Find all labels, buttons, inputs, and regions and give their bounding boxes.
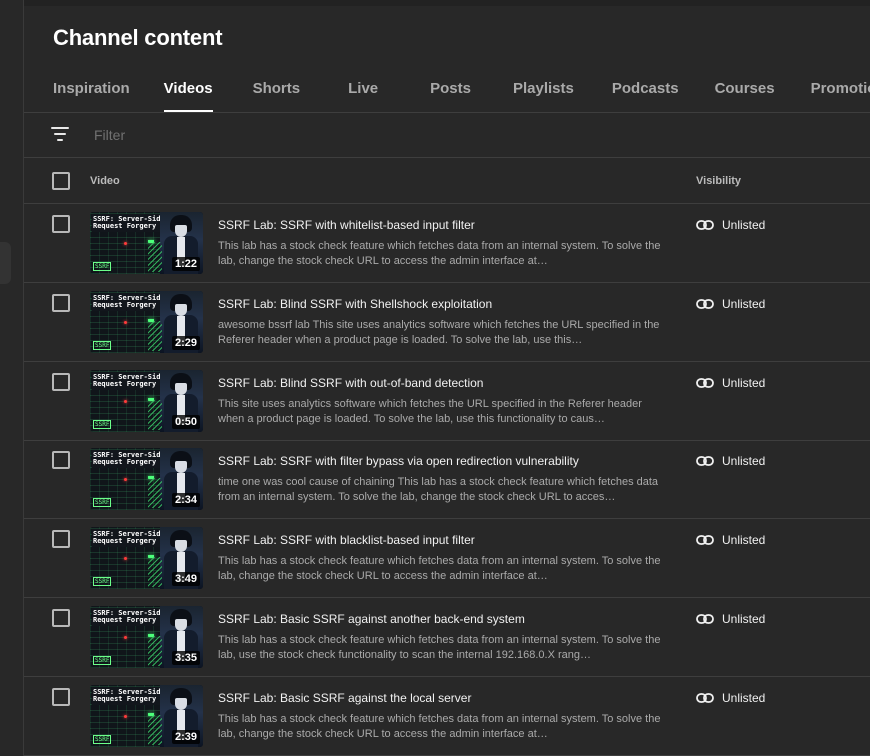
- row-checkbox[interactable]: [52, 609, 70, 627]
- visibility-label: Unlisted: [722, 454, 766, 468]
- video-duration: 3:49: [171, 572, 200, 586]
- table-row[interactable]: SSRF: Server-Side Request Forgery SSRF 2…: [24, 440, 870, 519]
- link-icon: [696, 299, 714, 309]
- video-thumbnail[interactable]: SSRF: Server-Side Request Forgery SSRF 1…: [90, 212, 203, 274]
- sidebar-collapse-handle[interactable]: [0, 242, 11, 284]
- visibility-label: Unlisted: [722, 297, 766, 311]
- video-duration: 2:29: [171, 336, 200, 350]
- tabs-divider: [24, 112, 870, 113]
- table-row[interactable]: SSRF: Server-Side Request Forgery SSRF 0…: [24, 362, 870, 441]
- filter-input[interactable]: [94, 125, 394, 145]
- visibility-label: Unlisted: [722, 691, 766, 705]
- video-title[interactable]: SSRF Lab: Blind SSRF with Shellshock exp…: [218, 297, 492, 311]
- table-row[interactable]: SSRF: Server-Side Request Forgery SSRF 3…: [24, 519, 870, 598]
- video-description: This lab has a stock check feature which…: [218, 713, 661, 740]
- thumbnail-tag: SSRF: [93, 735, 112, 744]
- visibility-selector[interactable]: Unlisted: [696, 376, 765, 390]
- thumbnail-title-line2: Request Forgery: [93, 616, 157, 624]
- tab-playlists[interactable]: Playlists: [513, 66, 574, 112]
- video-description: This lab has a stock check feature which…: [218, 634, 661, 661]
- link-icon: [696, 614, 714, 624]
- thumbnail-title-line2: Request Forgery: [93, 380, 157, 388]
- table-row[interactable]: SSRF: Server-Side Request Forgery SSRF 2…: [24, 677, 870, 756]
- visibility-selector[interactable]: Unlisted: [696, 612, 765, 626]
- tab-promotions[interactable]: Promotions: [811, 66, 870, 112]
- row-checkbox[interactable]: [52, 294, 70, 312]
- video-thumbnail[interactable]: SSRF: Server-Side Request Forgery SSRF 3…: [90, 606, 203, 668]
- video-title[interactable]: SSRF Lab: Blind SSRF with out-of-band de…: [218, 376, 483, 390]
- table-row[interactable]: SSRF: Server-Side Request Forgery SSRF 2…: [24, 283, 870, 362]
- video-description: This lab has a stock check feature which…: [218, 240, 661, 267]
- page-title: Channel content: [53, 25, 223, 50]
- visibility-selector[interactable]: Unlisted: [696, 297, 765, 311]
- filter-icon[interactable]: [51, 125, 71, 143]
- table-row[interactable]: SSRF: Server-Side Request Forgery SSRF 3…: [24, 598, 870, 677]
- table-row[interactable]: SSRF: Server-Side Request Forgery SSRF 1…: [24, 204, 870, 283]
- tab-videos[interactable]: Videos: [163, 66, 213, 112]
- row-checkbox[interactable]: [52, 530, 70, 548]
- channel-content-panel: Channel content Inspiration Videos Short…: [24, 0, 870, 756]
- video-duration: 2:34: [171, 493, 200, 507]
- thumbnail-tag: SSRF: [93, 577, 112, 586]
- row-checkbox[interactable]: [52, 451, 70, 469]
- top-edge: [24, 0, 870, 6]
- row-checkbox[interactable]: [52, 215, 70, 233]
- thumbnail-title-line2: Request Forgery: [93, 458, 157, 466]
- video-thumbnail[interactable]: SSRF: Server-Side Request Forgery SSRF 0…: [90, 370, 203, 432]
- tab-podcasts[interactable]: Podcasts: [612, 66, 679, 112]
- video-description: time one was cool cause of chaining This…: [218, 476, 659, 503]
- video-thumbnail[interactable]: SSRF: Server-Side Request Forgery SSRF 2…: [90, 685, 203, 747]
- video-title[interactable]: SSRF Lab: SSRF with whitelist-based inpu…: [218, 218, 475, 232]
- visibility-label: Unlisted: [722, 376, 766, 390]
- video-duration: 0:50: [171, 415, 200, 429]
- video-duration: 3:35: [171, 651, 200, 665]
- video-title[interactable]: SSRF Lab: Basic SSRF against the local s…: [218, 691, 471, 705]
- visibility-selector[interactable]: Unlisted: [696, 218, 765, 232]
- visibility-selector[interactable]: Unlisted: [696, 533, 765, 547]
- tab-inspiration[interactable]: Inspiration: [53, 66, 130, 112]
- thumbnail-tag: SSRF: [93, 420, 112, 429]
- video-thumbnail[interactable]: SSRF: Server-Side Request Forgery SSRF 2…: [90, 448, 203, 510]
- content-tabs: Inspiration Videos Shorts Live Posts Pla…: [53, 66, 870, 112]
- link-icon: [696, 220, 714, 230]
- link-icon: [696, 535, 714, 545]
- video-title[interactable]: SSRF Lab: SSRF with filter bypass via op…: [218, 454, 579, 468]
- thumbnail-tag: SSRF: [93, 656, 112, 665]
- video-description: This lab has a stock check feature which…: [218, 555, 661, 582]
- visibility-label: Unlisted: [722, 612, 766, 626]
- table-header: Video Visibility: [24, 158, 870, 204]
- left-sidebar: [0, 0, 24, 756]
- video-title[interactable]: SSRF Lab: Basic SSRF against another bac…: [218, 612, 525, 626]
- row-checkbox[interactable]: [52, 373, 70, 391]
- column-header-visibility[interactable]: Visibility: [696, 175, 741, 187]
- link-icon: [696, 456, 714, 466]
- video-description: This site uses analytics software which …: [218, 398, 642, 425]
- thumbnail-tag: SSRF: [93, 341, 112, 350]
- link-icon: [696, 693, 714, 703]
- link-icon: [696, 378, 714, 388]
- tab-shorts[interactable]: Shorts: [253, 66, 301, 112]
- video-title[interactable]: SSRF Lab: SSRF with blacklist-based inpu…: [218, 533, 475, 547]
- thumbnail-tag: SSRF: [93, 262, 112, 271]
- visibility-label: Unlisted: [722, 218, 766, 232]
- video-thumbnail[interactable]: SSRF: Server-Side Request Forgery SSRF 3…: [90, 527, 203, 589]
- video-duration: 2:39: [171, 730, 200, 744]
- column-header-video[interactable]: Video: [90, 175, 120, 187]
- visibility-selector[interactable]: Unlisted: [696, 454, 765, 468]
- thumbnail-title-line2: Request Forgery: [93, 537, 157, 545]
- video-thumbnail[interactable]: SSRF: Server-Side Request Forgery SSRF 2…: [90, 291, 203, 353]
- tab-courses[interactable]: Courses: [715, 66, 775, 112]
- thumbnail-title-line2: Request Forgery: [93, 695, 157, 703]
- visibility-selector[interactable]: Unlisted: [696, 691, 765, 705]
- video-description: awesome bssrf lab This site uses analyti…: [218, 319, 660, 346]
- row-checkbox[interactable]: [52, 688, 70, 706]
- video-duration: 1:22: [171, 257, 200, 271]
- visibility-label: Unlisted: [722, 533, 766, 547]
- thumbnail-title-line2: Request Forgery: [93, 301, 157, 309]
- tab-posts[interactable]: Posts: [430, 66, 471, 112]
- thumbnail-tag: SSRF: [93, 498, 112, 507]
- thumbnail-title-line2: Request Forgery: [93, 222, 157, 230]
- select-all-checkbox[interactable]: [52, 172, 70, 190]
- tab-live[interactable]: Live: [348, 66, 378, 112]
